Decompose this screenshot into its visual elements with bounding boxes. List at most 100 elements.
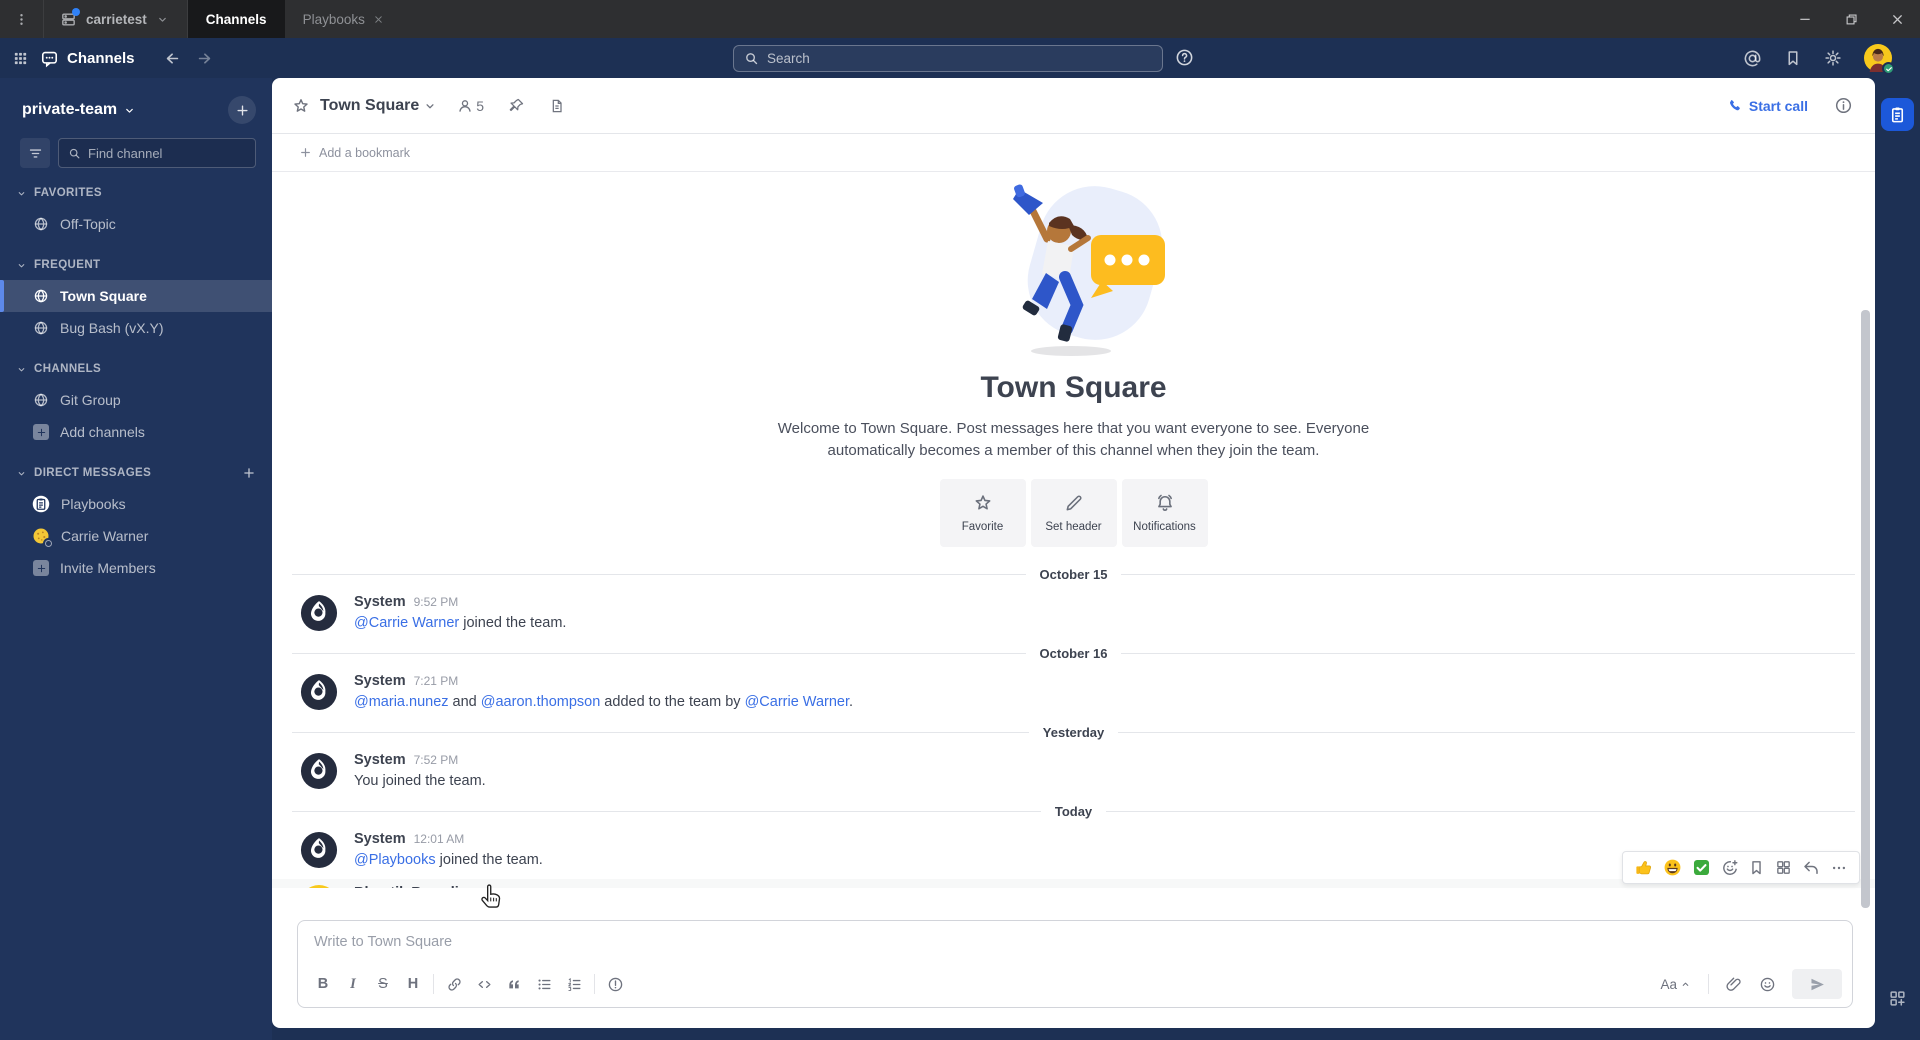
- sidebar-item-add-channels[interactable]: Add channels: [0, 416, 272, 448]
- sidebar-item-bug-bash[interactable]: Bug Bash (vX.Y): [0, 312, 272, 344]
- add-reaction-button[interactable]: [1721, 859, 1739, 877]
- mention-link[interactable]: @Carrie Warner: [745, 694, 849, 710]
- help-button[interactable]: [1175, 48, 1194, 67]
- apps-grid-button[interactable]: [1888, 989, 1907, 1008]
- pinned-posts-button[interactable]: [508, 97, 525, 114]
- mentions-button[interactable]: [1743, 49, 1762, 68]
- person-icon: [457, 98, 473, 114]
- message-actions-button[interactable]: [1775, 859, 1792, 876]
- playbooks-app-button[interactable]: [1881, 98, 1914, 131]
- search-input[interactable]: [767, 51, 1152, 66]
- strikethrough-button[interactable]: S: [368, 970, 398, 998]
- restore-button[interactable]: [1828, 0, 1874, 38]
- team-menu-button[interactable]: private-team: [22, 101, 136, 119]
- section-label: DIRECT MESSAGES: [34, 467, 152, 479]
- italic-button[interactable]: I: [338, 970, 368, 998]
- grinning-reaction-button[interactable]: [1663, 858, 1682, 877]
- channel-filter-button[interactable]: [20, 138, 50, 168]
- team-name-label: private-team: [22, 101, 118, 118]
- saved-posts-button[interactable]: [1784, 49, 1802, 67]
- app-menu-button[interactable]: [0, 0, 44, 38]
- reply-button[interactable]: [1802, 859, 1820, 877]
- start-call-button[interactable]: Start call: [1727, 98, 1808, 114]
- global-search[interactable]: [733, 45, 1163, 72]
- timestamp: 7:52 PM: [413, 753, 459, 767]
- mention-link[interactable]: @Carrie Warner: [354, 615, 459, 631]
- product-switcher-button[interactable]: [0, 38, 40, 78]
- tab-channels[interactable]: Channels: [187, 0, 285, 38]
- message-list: Town Square Welcome to Town Square. Post…: [272, 173, 1875, 888]
- plus-box-icon: [33, 424, 49, 440]
- members-button[interactable]: 5: [457, 98, 484, 114]
- link-button[interactable]: [439, 970, 469, 998]
- sidebar-item-playbooks-dm[interactable]: Playbooks: [0, 488, 272, 520]
- global-header: Channels: [0, 38, 1920, 78]
- favorite-star-button[interactable]: [292, 97, 310, 115]
- section-favorites[interactable]: FAVORITES: [0, 178, 272, 208]
- section-frequent[interactable]: FREQUENT: [0, 250, 272, 280]
- sidebar-item-town-square[interactable]: Town Square: [0, 280, 272, 312]
- minimize-button[interactable]: [1782, 0, 1828, 38]
- message-text: You joined the team.: [354, 773, 486, 789]
- tab-playbooks[interactable]: Playbooks: [285, 0, 402, 38]
- check-mark-reaction-button[interactable]: [1692, 858, 1711, 877]
- section-direct-messages[interactable]: DIRECT MESSAGES: [0, 458, 272, 488]
- channel-header: Town Square 5 Start call: [272, 78, 1875, 134]
- intro-notifications-button[interactable]: Notifications: [1121, 479, 1208, 547]
- intro-favorite-button[interactable]: Favorite: [939, 479, 1026, 547]
- close-tab-icon[interactable]: [373, 14, 384, 25]
- add-bookmark-button[interactable]: Add a bookmark: [272, 134, 1875, 172]
- mention-link[interactable]: @aaron.thompson: [481, 694, 601, 710]
- scrollbar-thumb[interactable]: [1861, 310, 1870, 908]
- mention-link[interactable]: @maria.nunez: [354, 694, 449, 710]
- history-back-button[interactable]: [157, 42, 189, 74]
- system-avatar: [300, 752, 338, 790]
- channel-label: Off-Topic: [60, 216, 116, 232]
- more-actions-button[interactable]: [1830, 859, 1848, 877]
- add-dm-plus-button[interactable]: [242, 466, 256, 480]
- message-composer[interactable]: B I S H Aa: [297, 920, 1853, 1008]
- channel-info-button[interactable]: [1834, 96, 1853, 115]
- code-button[interactable]: [469, 970, 499, 998]
- server-icon: [60, 7, 80, 28]
- history-forward-button[interactable]: [189, 42, 221, 74]
- product-title: Channels: [40, 49, 135, 68]
- message-input[interactable]: [298, 921, 1852, 950]
- section-channels[interactable]: CHANNELS: [0, 354, 272, 384]
- close-button[interactable]: [1874, 0, 1920, 38]
- attach-file-button[interactable]: [1718, 970, 1748, 998]
- intro-set-header-button[interactable]: Set header: [1030, 479, 1117, 547]
- mouse-cursor: [480, 884, 503, 911]
- find-channel-input[interactable]: [88, 145, 246, 161]
- chevron-down-icon: [16, 260, 27, 271]
- user-avatar-button[interactable]: [1864, 44, 1895, 75]
- settings-gear-button[interactable]: [1824, 49, 1842, 67]
- message-actions-toolbar: [1622, 851, 1860, 884]
- emoji-picker-button[interactable]: [1752, 970, 1782, 998]
- add-channel-plus-button[interactable]: [228, 96, 256, 124]
- sender-name: Bhautik Bavadiya: [354, 884, 475, 888]
- heading-button[interactable]: H: [398, 970, 428, 998]
- find-channel-box[interactable]: [58, 138, 256, 168]
- sidebar-item-invite-members[interactable]: Invite Members: [0, 552, 272, 584]
- mention-link[interactable]: @Playbooks: [354, 852, 436, 868]
- bhautik-avatar: [300, 885, 338, 888]
- sidebar-item-off-topic[interactable]: Off-Topic: [0, 208, 272, 240]
- bold-button[interactable]: B: [308, 970, 338, 998]
- server-switcher[interactable]: carrietest: [44, 0, 187, 38]
- sidebar-item-git-group[interactable]: Git Group: [0, 384, 272, 416]
- channel-files-button[interactable]: [549, 98, 565, 114]
- arrow-right-icon: [196, 50, 213, 67]
- system-message: System 9:52 PM @Carrie Warner joined the …: [272, 588, 1875, 640]
- message-priority-button[interactable]: [600, 970, 630, 998]
- chevron-down-icon: [16, 468, 27, 479]
- channel-title-menu[interactable]: Town Square: [320, 97, 437, 115]
- save-message-button[interactable]: [1748, 859, 1765, 876]
- numbered-list-button[interactable]: [559, 970, 589, 998]
- send-message-button[interactable]: [1792, 969, 1842, 999]
- quote-button[interactable]: [499, 970, 529, 998]
- bulleted-list-button[interactable]: [529, 970, 559, 998]
- sidebar-item-carrie-warner[interactable]: Carrie Warner: [0, 520, 272, 552]
- thumbs-up-reaction-button[interactable]: [1634, 858, 1653, 877]
- toggle-formatting-button[interactable]: Aa: [1652, 977, 1699, 992]
